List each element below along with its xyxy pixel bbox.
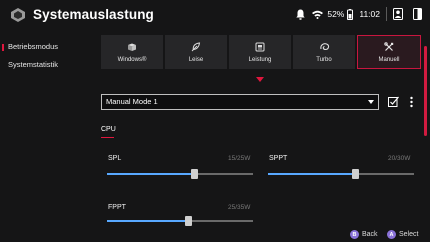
mode-manuell[interactable]: Manuell <box>357 35 421 69</box>
sidebar-item-betriebsmodus[interactable]: Betriebsmodus <box>0 38 90 56</box>
battery-percent: 52% <box>327 9 345 19</box>
mode-label: Windows® <box>117 56 147 63</box>
slider-value-spl: 15/25W <box>228 155 251 162</box>
silent-leaf-icon <box>191 41 201 51</box>
slider-fill <box>107 173 195 175</box>
slider-thumb[interactable] <box>352 169 360 179</box>
manual-tools-icon <box>384 41 394 51</box>
side-panel-icon[interactable] <box>413 8 422 21</box>
top-bar: Systemauslastung 52% 11:02 <box>0 0 430 32</box>
hint-back[interactable]: B Back <box>350 230 378 239</box>
mode-turbo[interactable]: Turbo <box>293 35 355 69</box>
hint-select[interactable]: A Select <box>387 230 418 239</box>
mode-label: Leise <box>188 56 204 63</box>
performance-icon <box>255 42 265 51</box>
slider-label-fppt: FPPT <box>108 204 126 211</box>
slider-thumb[interactable] <box>191 169 199 179</box>
slider-thumb[interactable] <box>185 216 193 226</box>
b-button-icon: B <box>350 230 359 239</box>
slider-value-sppt: 20/30W <box>388 155 411 162</box>
clock: 11:02 <box>359 9 380 19</box>
slider-sppt[interactable] <box>268 169 414 179</box>
slider-label-spl: SPL <box>108 155 122 162</box>
status-area: 52% 11:02 <box>295 6 430 22</box>
slider-fill <box>268 173 356 175</box>
mode-leise[interactable]: Leise <box>165 35 227 69</box>
sidebar-item-systemstatistik[interactable]: Systemstatistik <box>0 56 90 74</box>
user-icon[interactable] <box>393 8 403 21</box>
mode-label: Manuell <box>378 56 400 63</box>
section-title-cpu: CPU <box>101 126 116 133</box>
windows-mode-icon <box>128 43 136 51</box>
slider-label-sppt: SPPT <box>269 155 288 162</box>
app-title: Systemauslastung <box>33 7 154 22</box>
a-button-icon: A <box>387 230 396 239</box>
more-options-icon[interactable] <box>409 96 414 108</box>
sidebar: Betriebsmodus Systemstatistik <box>0 38 90 74</box>
mode-label: Turbo <box>316 56 332 63</box>
hint-label: Select <box>399 231 419 238</box>
rog-logo-icon <box>11 8 25 22</box>
scroll-indicator[interactable] <box>424 46 427 136</box>
slider-spl[interactable] <box>107 169 253 179</box>
mode-windows[interactable]: Windows® <box>101 35 163 69</box>
preset-dropdown[interactable]: Manual Mode 1 <box>101 94 379 110</box>
turbo-icon <box>319 42 329 50</box>
section-underline <box>101 137 114 138</box>
selected-mode-indicator-icon <box>256 77 264 82</box>
slider-fill <box>107 220 189 222</box>
slider-fppt[interactable] <box>107 216 253 226</box>
mode-leistung[interactable]: Leistung <box>229 35 291 69</box>
preset-dropdown-value: Manual Mode 1 <box>106 97 158 106</box>
wifi-icon <box>312 9 324 19</box>
battery-icon <box>347 8 354 20</box>
status-divider <box>386 7 387 21</box>
operating-mode-tabs: Windows® Leise Leistung Turbo Manuell <box>101 35 421 69</box>
hint-label: Back <box>362 231 378 238</box>
dropdown-arrow-icon <box>368 100 374 104</box>
mode-label: Leistung <box>248 56 272 63</box>
slider-value-fppt: 25/35W <box>228 204 251 211</box>
edit-checkbox-icon[interactable] <box>388 96 399 107</box>
bell-icon[interactable] <box>295 8 305 20</box>
